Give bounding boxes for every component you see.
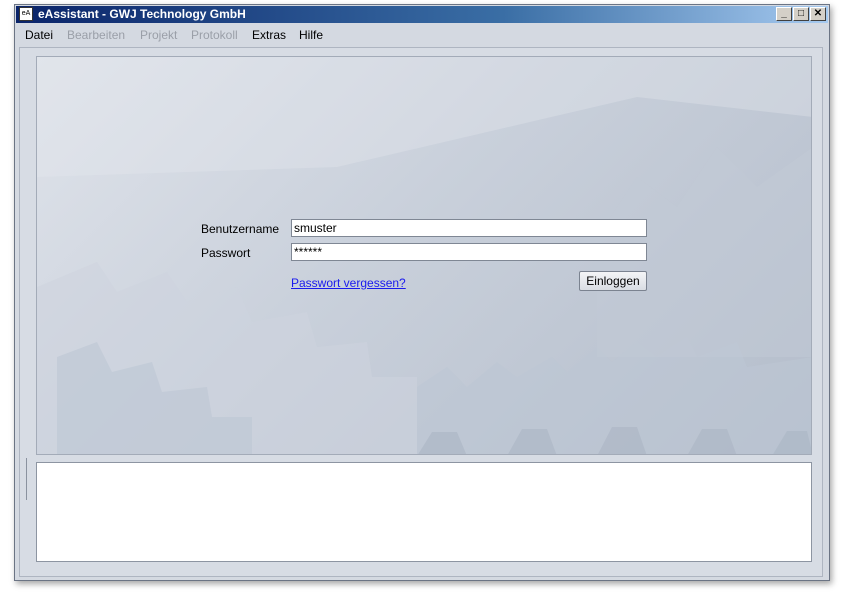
menu-bar: Datei Bearbeiten Projekt Protokoll Extra… (16, 25, 828, 45)
password-label: Passwort (201, 246, 251, 260)
login-background-panel: Benutzername smuster Passwort ****** Pas… (36, 56, 812, 455)
close-button[interactable]: ✕ (810, 7, 826, 21)
menu-bearbeiten[interactable]: Bearbeiten (67, 28, 125, 42)
title-bar[interactable]: eA eAssistant - GWJ Technology GmbH _ □ … (16, 6, 828, 23)
forgot-password-link[interactable]: Passwort vergessen? (291, 276, 406, 290)
main-content: Benutzername smuster Passwort ****** Pas… (19, 47, 823, 577)
log-panel[interactable] (36, 462, 812, 562)
maximize-button[interactable]: □ (793, 7, 809, 21)
menu-protokoll[interactable]: Protokoll (191, 28, 238, 42)
menu-datei[interactable]: Datei (25, 28, 53, 42)
password-input[interactable]: ****** (291, 243, 647, 261)
application-window: eA eAssistant - GWJ Technology GmbH _ □ … (14, 4, 830, 581)
app-icon[interactable]: eA (19, 7, 33, 21)
username-input[interactable]: smuster (291, 219, 647, 237)
menu-extras[interactable]: Extras (252, 28, 286, 42)
username-label: Benutzername (201, 222, 280, 236)
login-button[interactable]: Einloggen (579, 271, 647, 291)
minimize-button[interactable]: _ (776, 7, 792, 21)
menu-projekt[interactable]: Projekt (140, 28, 177, 42)
splitter-handle[interactable] (26, 458, 27, 500)
menu-hilfe[interactable]: Hilfe (299, 28, 323, 42)
window-title: eAssistant - GWJ Technology GmbH (38, 7, 246, 21)
